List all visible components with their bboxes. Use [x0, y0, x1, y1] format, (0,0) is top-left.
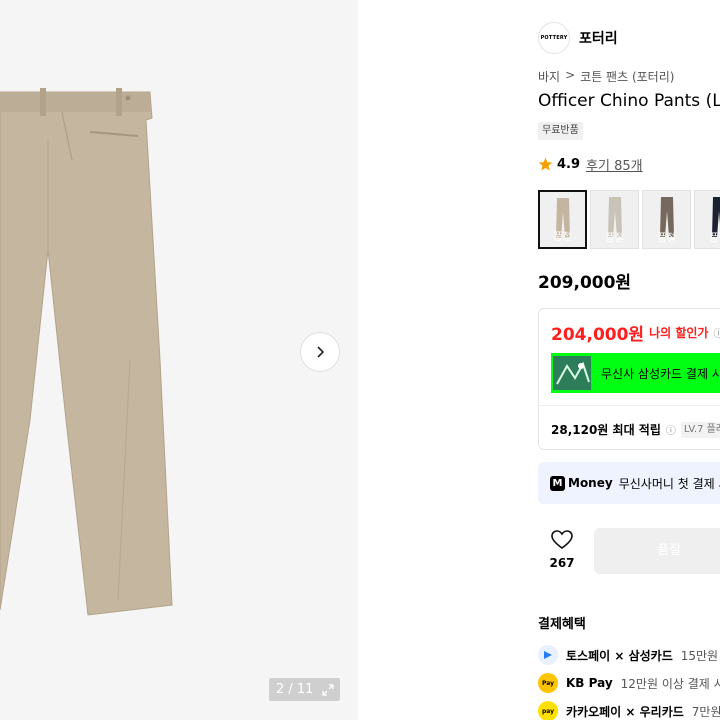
product-title: Officer Chino Pants (L	[538, 91, 720, 111]
payment-row[interactable]: pay 카카오페이 × 우리카드 7만원	[538, 701, 720, 720]
like-button[interactable]: 267	[544, 530, 580, 570]
breadcrumb-subcategory[interactable]: 코튼 팬츠 (포터리)	[580, 68, 674, 85]
kbpay-icon: Pay	[538, 673, 558, 693]
brand-link[interactable]: POTTERY 포터리	[538, 22, 618, 54]
info-icon[interactable]: ⓘ	[713, 325, 720, 340]
payment-row[interactable]: Pay KB Pay 12만원 이상 결제 시	[538, 673, 720, 693]
product-info-panel: POTTERY 포터리 바지 > 코튼 팬츠 (포터리) Officer Chi…	[522, 0, 720, 720]
payment-desc: 7만원	[691, 704, 720, 719]
card-banner-text: 무신사 삼성카드 결제 시	[601, 366, 720, 381]
money-text: 무신사머니 첫 결제 시	[618, 476, 720, 491]
brand-logo: POTTERY	[538, 22, 570, 54]
toss-icon	[538, 645, 558, 665]
musinsa-money-banner[interactable]: M Money 무신사머니 첫 결제 시	[538, 462, 720, 504]
expand-image-button[interactable]	[316, 678, 340, 701]
payment-desc: 15만원 이	[680, 648, 720, 663]
money-logo: M Money	[550, 475, 613, 491]
card-image	[553, 356, 591, 390]
payment-desc: 12만원 이상 결제 시	[620, 676, 720, 691]
sale-price: 204,000원	[551, 325, 645, 345]
brand-name: 포터리	[579, 31, 618, 47]
divider	[539, 405, 720, 406]
product-price: 209,000원	[538, 273, 632, 293]
payment-name: 토스페이 × 삼성카드	[566, 648, 673, 663]
soldout-label: 품절	[553, 232, 572, 243]
color-swatches: 품절 품절 품절 품절	[538, 190, 720, 249]
chevron-right-icon	[317, 346, 325, 358]
payment-name: KB Pay	[566, 676, 613, 690]
points-value: 28,120원 최대 적립	[551, 423, 661, 437]
soldout-label: 품절	[709, 233, 720, 244]
money-m-icon: M	[550, 475, 565, 491]
reviews-link[interactable]: 후기 85개	[586, 155, 643, 174]
next-image-button[interactable]	[300, 332, 340, 372]
sale-label: 나의 할인가	[649, 326, 709, 340]
rating-row: 4.9 후기 85개	[538, 155, 643, 174]
heart-icon	[551, 530, 573, 549]
like-count: 267	[549, 556, 575, 570]
breadcrumb: 바지 > 코튼 팬츠 (포터리)	[538, 68, 674, 85]
soldout-button[interactable]: 품절	[594, 528, 720, 574]
color-swatch[interactable]: 품절	[642, 190, 691, 249]
breadcrumb-category[interactable]: 바지	[538, 68, 560, 85]
product-image-gallery[interactable]: 2 / 11	[0, 0, 358, 720]
benefit-box: 204,000원 나의 할인가 ⓘ 무신사 삼성카드 결제 시 28,120원 …	[538, 308, 720, 450]
money-brand: Money	[568, 476, 613, 490]
color-swatch[interactable]: 품절	[590, 190, 639, 249]
points-row: 28,120원 최대 적립 ⓘ LV.7 플래	[551, 421, 720, 438]
gallery-spacer	[358, 0, 522, 720]
free-return-tag: 무료반품	[538, 122, 583, 140]
payment-row[interactable]: 토스페이 × 삼성카드 15만원 이	[538, 645, 720, 665]
image-counter: 2 / 11	[269, 678, 321, 701]
samsung-card-banner[interactable]: 무신사 삼성카드 결제 시	[551, 353, 720, 393]
color-swatch[interactable]: 품절	[538, 190, 587, 249]
info-icon[interactable]: ⓘ	[666, 422, 676, 437]
color-swatch[interactable]: 품절	[694, 190, 720, 249]
soldout-label: 품절	[657, 233, 676, 244]
payment-benefits-title: 결제혜택	[538, 617, 586, 632]
sale-row: 204,000원 나의 할인가 ⓘ	[551, 320, 720, 345]
level-badge: LV.7 플래	[680, 421, 720, 438]
kakaopay-icon: pay	[538, 701, 558, 720]
star-icon	[538, 157, 553, 171]
pants-shape	[0, 91, 173, 616]
breadcrumb-separator: >	[565, 68, 576, 82]
rating-value: 4.9	[557, 157, 581, 172]
payment-name: 카카오페이 × 우리카드	[566, 704, 684, 719]
soldout-label: 품절	[605, 233, 624, 244]
expand-icon	[322, 683, 334, 696]
